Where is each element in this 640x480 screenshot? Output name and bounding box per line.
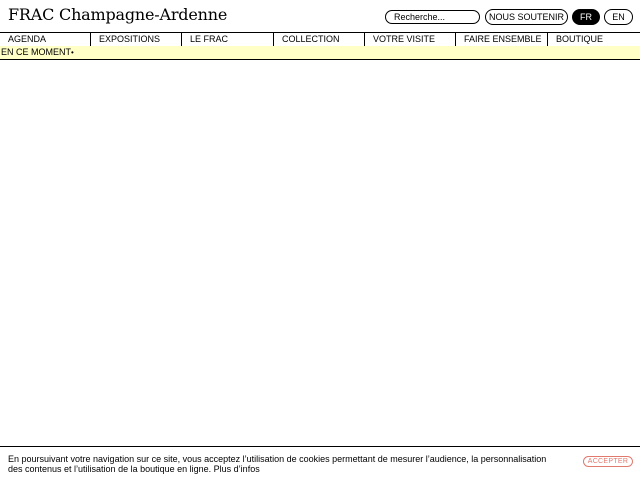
- now-bar[interactable]: EN CE MOMENT•: [0, 46, 640, 60]
- nav-item-votre-visite[interactable]: VOTRE VISITE: [365, 33, 456, 46]
- language-en-button[interactable]: EN: [604, 9, 633, 25]
- search-input[interactable]: [385, 10, 480, 24]
- support-button[interactable]: NOUS SOUTENIR: [485, 9, 568, 25]
- cookie-message: En poursuivant votre navigation sur ce s…: [8, 454, 548, 474]
- accept-cookies-button[interactable]: ACCEPTER: [583, 456, 633, 467]
- language-fr-button[interactable]: FR: [572, 9, 600, 25]
- nav-item-le-frac[interactable]: LE FRAC: [182, 33, 274, 46]
- nav-item-collection[interactable]: COLLECTION: [274, 33, 365, 46]
- site-header: FRAC Champagne-Ardenne NOUS SOUTENIR FR …: [0, 0, 640, 32]
- more-info-link[interactable]: Plus d’infos: [214, 464, 260, 474]
- now-label: EN CE MOMENT: [1, 47, 72, 57]
- cookie-banner: En poursuivant votre navigation sur ce s…: [0, 446, 640, 480]
- nav-item-boutique[interactable]: BOUTIQUE: [548, 33, 640, 46]
- cookie-text: En poursuivant votre navigation sur ce s…: [8, 454, 547, 474]
- nav-item-agenda[interactable]: AGENDA: [0, 33, 91, 46]
- nav-item-expositions[interactable]: EXPOSITIONS: [91, 33, 182, 46]
- nav-item-faire-ensemble[interactable]: FAIRE ENSEMBLE: [456, 33, 548, 46]
- bullet-icon: •: [71, 48, 74, 57]
- main-nav: AGENDA EXPOSITIONS LE FRAC COLLECTION VO…: [0, 32, 640, 47]
- page: FRAC Champagne-Ardenne NOUS SOUTENIR FR …: [0, 0, 640, 480]
- site-logo[interactable]: FRAC Champagne-Ardenne: [8, 5, 227, 25]
